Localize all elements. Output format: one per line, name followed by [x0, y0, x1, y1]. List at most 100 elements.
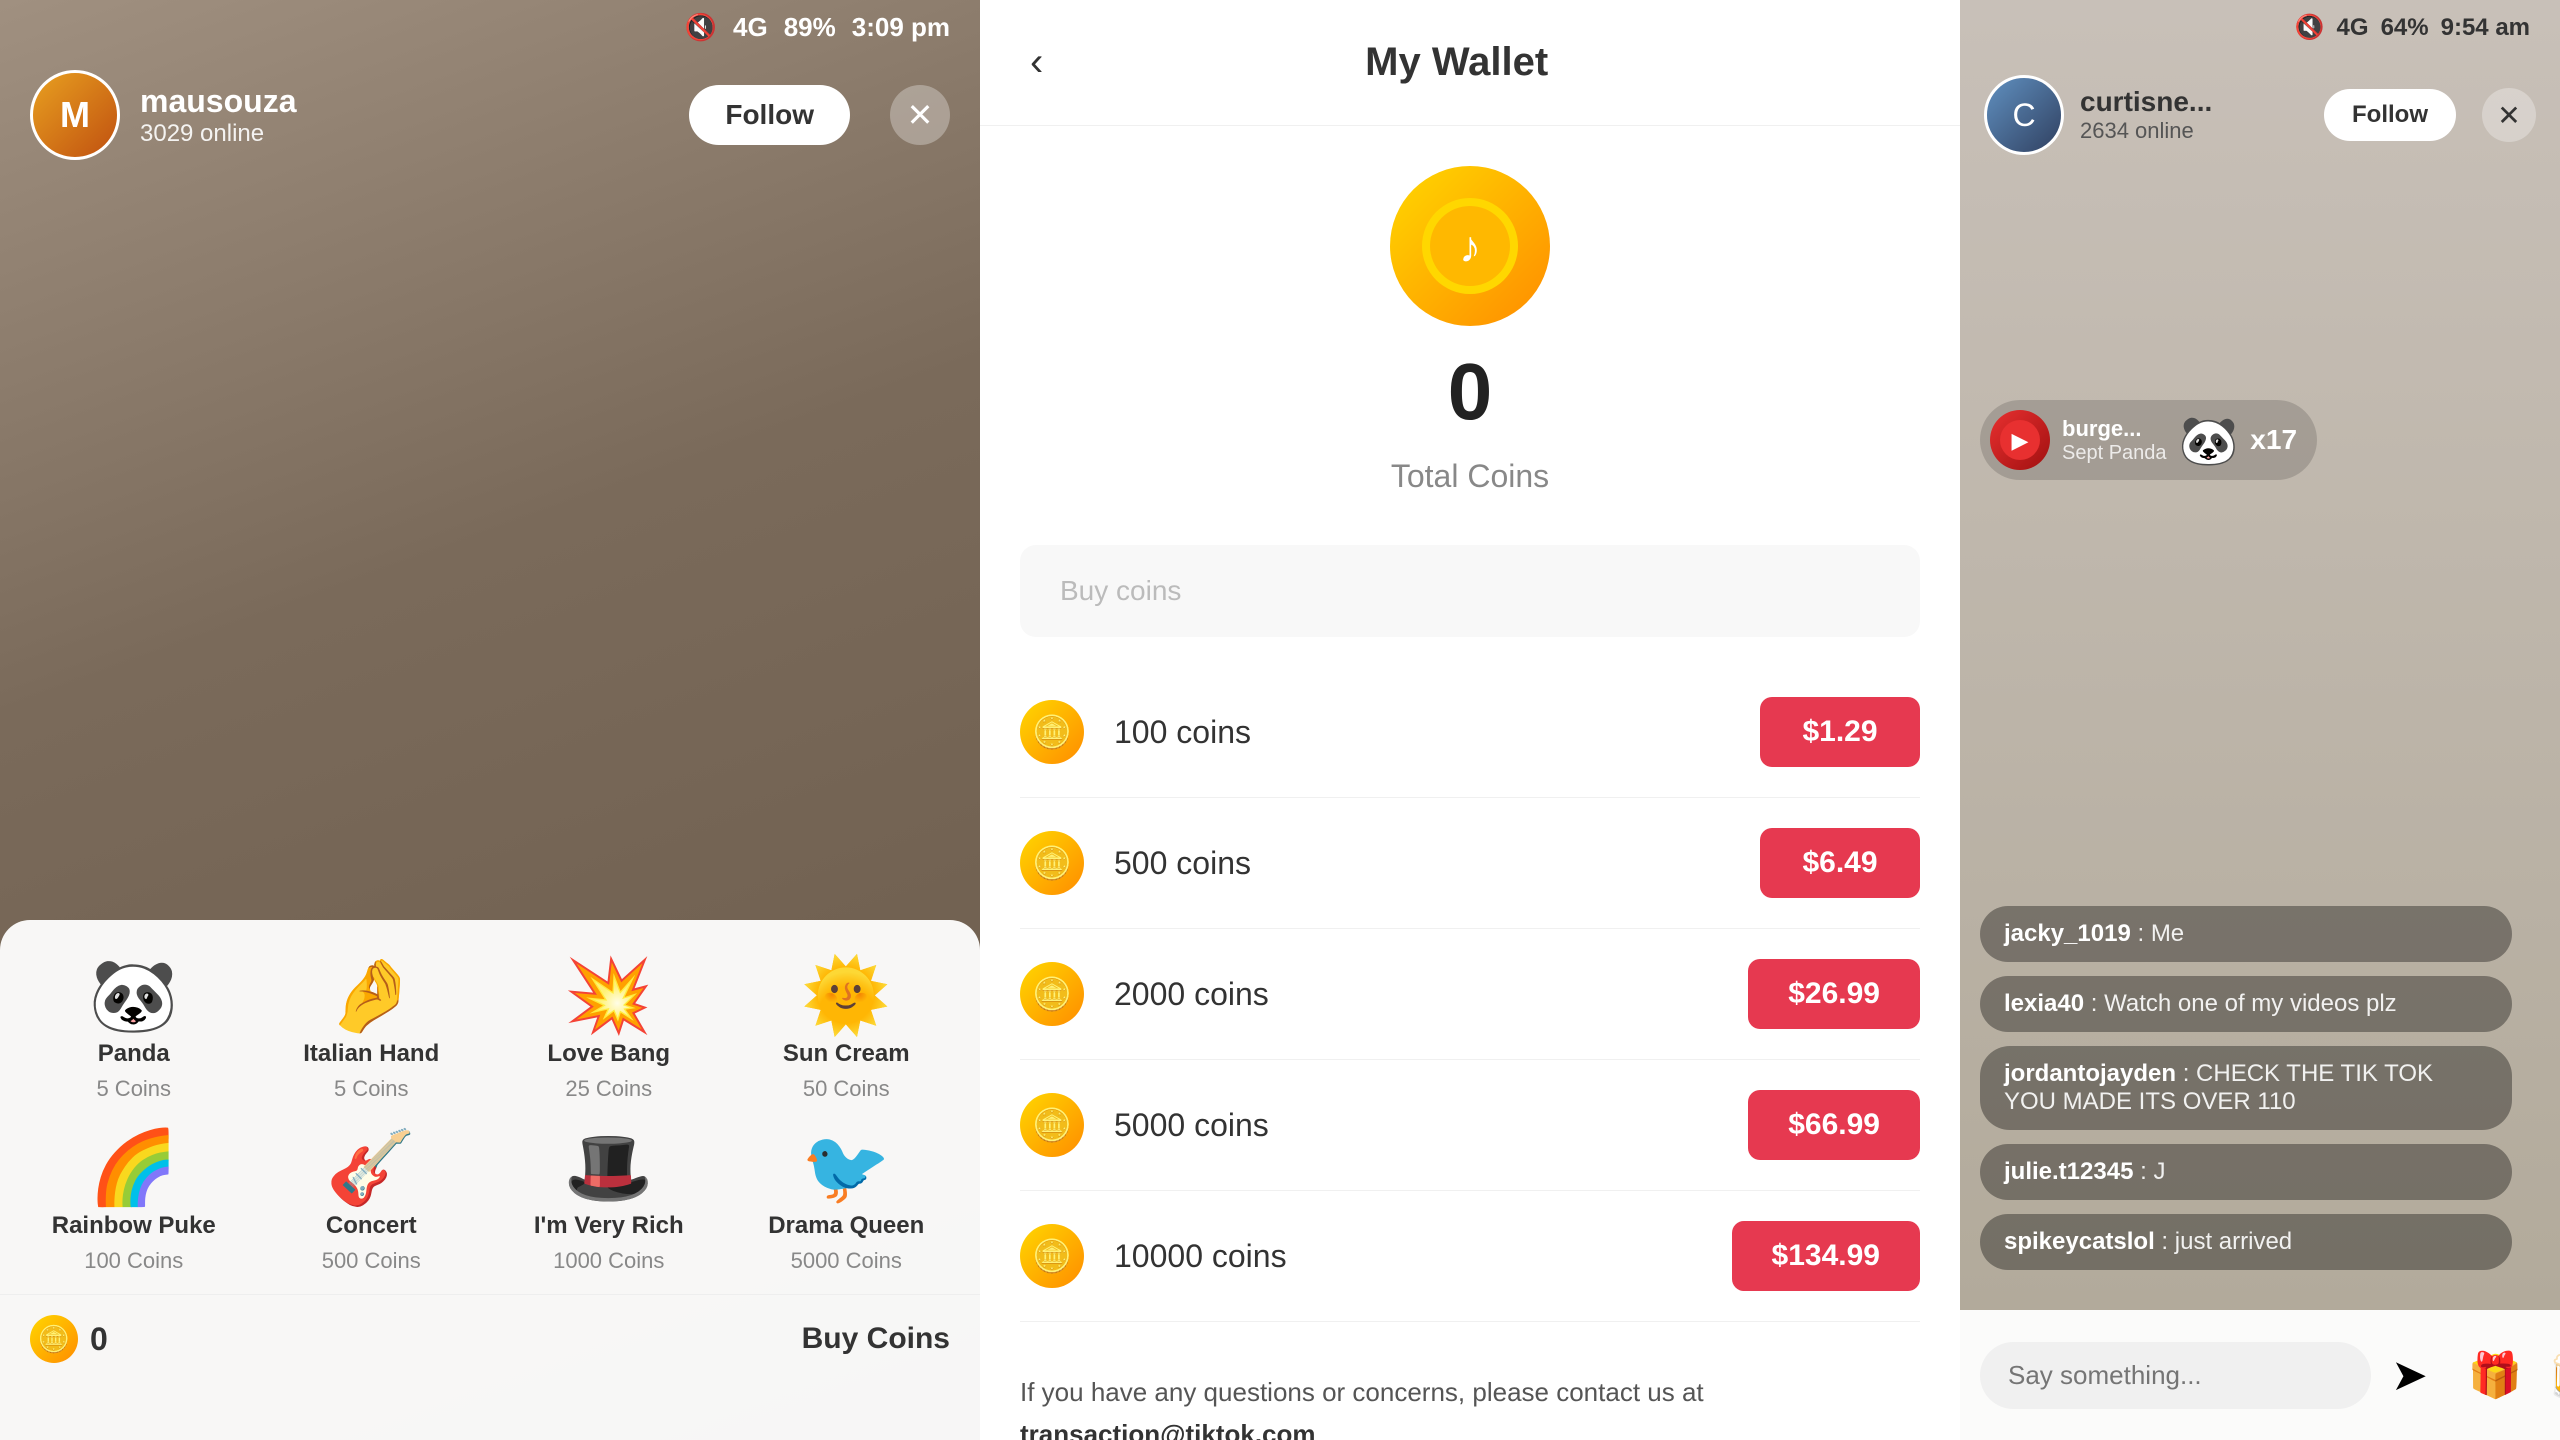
pkg-coin-icon-1: 🪙 [1020, 831, 1084, 895]
left-close-button[interactable]: ✕ [890, 85, 950, 145]
drama-queen-icon: 🐦 [801, 1132, 891, 1204]
love-bang-name: Love Bang [547, 1040, 670, 1068]
left-battery: 89% [784, 12, 836, 43]
love-bang-icon: 💥 [564, 960, 654, 1032]
italian-hand-coins: 5 Coins [334, 1076, 409, 1102]
chat-content-4: just arrived [2175, 1228, 2292, 1255]
pkg-price-btn-0[interactable]: $1.29 [1760, 697, 1920, 767]
left-user-info: mausouza 3029 online [140, 83, 296, 148]
concert-name: Concert [326, 1212, 417, 1240]
pkg-price-btn-3[interactable]: $66.99 [1748, 1090, 1920, 1160]
right-close-button[interactable]: ✕ [2482, 88, 2536, 142]
package-5000[interactable]: 🪙 5000 coins $66.99 [1020, 1060, 1920, 1191]
notif-count: x17 [2250, 424, 2297, 456]
chat-message-1: lexia40 : Watch one of my videos plz [1980, 976, 2512, 1032]
gift-item-italian-hand[interactable]: 🤌 Italian Hand 5 Coins [258, 950, 486, 1112]
chat-text-1: : [2091, 990, 2104, 1017]
contact-email: transaction@tiktok.com [1020, 1419, 1316, 1440]
chat-user-3: julie.t12345 [2004, 1158, 2133, 1185]
very-rich-icon: 🎩 [564, 1132, 654, 1204]
wallet-body: ♪ 0 Total Coins Buy coins 🪙 100 coins $1… [980, 126, 1960, 1440]
chat-user-1: lexia40 [2004, 990, 2084, 1017]
chat-content-1: Watch one of my videos plz [2104, 990, 2397, 1017]
left-mute-icon: 🔇 [685, 12, 717, 43]
drama-queen-name: Drama Queen [768, 1212, 924, 1240]
right-panel: 🔇 4G 64% 9:54 am C curtisne... 2634 onli… [1960, 0, 2560, 1440]
chat-message-3: julie.t12345 : J [1980, 1144, 2512, 1200]
chat-message-0: jacky_1019 : Me [1980, 906, 2512, 962]
notif-gift-icon: 🐼 [2179, 412, 2239, 469]
left-avatar: M [30, 70, 120, 160]
buy-coins-placeholder: Buy coins [1060, 575, 1181, 606]
pkg-label-2: 2000 coins [1114, 976, 1718, 1013]
right-follow-button[interactable]: Follow [2324, 89, 2456, 141]
rainbow-puke-icon: 🌈 [89, 1132, 179, 1204]
total-coins-number: 0 [1448, 346, 1493, 438]
right-online-count: 2634 online [2080, 118, 2212, 144]
left-follow-button[interactable]: Follow [689, 85, 850, 145]
coin-count: 0 [90, 1321, 108, 1358]
comment-input[interactable] [1980, 1342, 2371, 1409]
right-status-bar: 🔇 4G 64% 9:54 am [1960, 0, 2560, 55]
right-signal: 4G [2337, 14, 2369, 42]
package-10000[interactable]: 🪙 10000 coins $134.99 [1020, 1191, 1920, 1322]
wallet-coin-display: ♪ 0 Total Coins [1020, 166, 1920, 495]
pkg-label-3: 5000 coins [1114, 1107, 1718, 1144]
pkg-label-1: 500 coins [1114, 845, 1730, 882]
pkg-label-4: 10000 coins [1114, 1238, 1702, 1275]
pkg-coin-icon-0: 🪙 [1020, 700, 1084, 764]
right-username: curtisne... [2080, 86, 2212, 118]
package-2000[interactable]: 🪙 2000 coins $26.99 [1020, 929, 1920, 1060]
back-button[interactable]: ‹ [1020, 30, 1053, 95]
gift-item-concert[interactable]: 🎸 Concert 500 Coins [258, 1122, 486, 1284]
left-panel: 🔇 4G 89% 3:09 pm M mausouza 3029 online … [0, 0, 980, 1440]
concert-icon: 🎸 [326, 1132, 416, 1204]
chat-user-0: jacky_1019 [2004, 920, 2131, 947]
panda-name: Panda [98, 1040, 170, 1068]
right-avatar: C [1984, 75, 2064, 155]
right-battery: 64% [2381, 14, 2429, 42]
pkg-coin-icon-3: 🪙 [1020, 1093, 1084, 1157]
chat-message-2: jordantojayden : CHECK THE TIK TOK YOU M… [1980, 1046, 2512, 1130]
pkg-price-btn-1[interactable]: $6.49 [1760, 828, 1920, 898]
rainbow-puke-name: Rainbow Puke [52, 1212, 216, 1240]
left-time: 3:09 pm [852, 12, 950, 43]
sun-cream-name: Sun Cream [783, 1040, 910, 1068]
gift-item-panda[interactable]: 🐼 Panda 5 Coins [20, 950, 248, 1112]
gift-button[interactable]: 🎁 [2468, 1340, 2523, 1410]
gift-item-very-rich[interactable]: 🎩 I'm Very Rich 1000 Coins [495, 1122, 723, 1284]
right-user-info: curtisne... 2634 online [2080, 86, 2212, 144]
share-button[interactable]: ➤ [2391, 1340, 2428, 1410]
notif-avatar: ▶ [1990, 410, 2050, 470]
pkg-price-btn-4[interactable]: $134.99 [1732, 1221, 1920, 1291]
buy-coins-section: Buy coins [1020, 545, 1920, 637]
coin-packages: 🪙 100 coins $1.29 🪙 500 coins $6.49 🪙 20… [1020, 667, 1920, 1322]
gift-panel-bottom: 🪙 0 Buy Coins [0, 1294, 980, 1383]
chat-text-2: : [2183, 1060, 2196, 1087]
concert-coins: 500 Coins [322, 1248, 421, 1274]
svg-text:▶: ▶ [2012, 428, 2029, 453]
package-100[interactable]: 🪙 100 coins $1.29 [1020, 667, 1920, 798]
chat-messages: jacky_1019 : Me lexia40 : Watch one of m… [1960, 896, 2560, 1280]
gift-item-drama-queen[interactable]: 🐦 Drama Queen 5000 Coins [733, 1122, 961, 1284]
package-500[interactable]: 🪙 500 coins $6.49 [1020, 798, 1920, 929]
chat-message-4: spikeycatslol : just arrived [1980, 1214, 2512, 1270]
gift-item-sun-cream[interactable]: 🌞 Sun Cream 50 Coins [733, 950, 961, 1112]
left-signal: 4G [733, 12, 768, 43]
notif-user-info: burge... Sept Panda [2062, 416, 2167, 465]
love-bang-coins: 25 Coins [565, 1076, 652, 1102]
buy-coins-button[interactable]: Buy Coins [802, 1322, 950, 1356]
gift-item-rainbow-puke[interactable]: 🌈 Rainbow Puke 100 Coins [20, 1122, 248, 1284]
rainbow-puke-coins: 100 Coins [84, 1248, 183, 1274]
wallet-title: My Wallet [1053, 40, 1860, 85]
beer-button[interactable]: 🍺 [2543, 1340, 2560, 1410]
very-rich-name: I'm Very Rich [534, 1212, 684, 1240]
right-time: 9:54 am [2441, 14, 2530, 42]
chat-content-3: J [2153, 1158, 2165, 1185]
pkg-price-btn-2[interactable]: $26.99 [1748, 959, 1920, 1029]
big-coin-icon: ♪ [1390, 166, 1550, 326]
chat-user-2: jordantojayden [2004, 1060, 2176, 1087]
panda-icon: 🐼 [89, 960, 179, 1032]
gift-item-love-bang[interactable]: 💥 Love Bang 25 Coins [495, 950, 723, 1112]
center-panel: ‹ My Wallet ♪ 0 Total Coins Buy coins 🪙 … [980, 0, 1960, 1440]
